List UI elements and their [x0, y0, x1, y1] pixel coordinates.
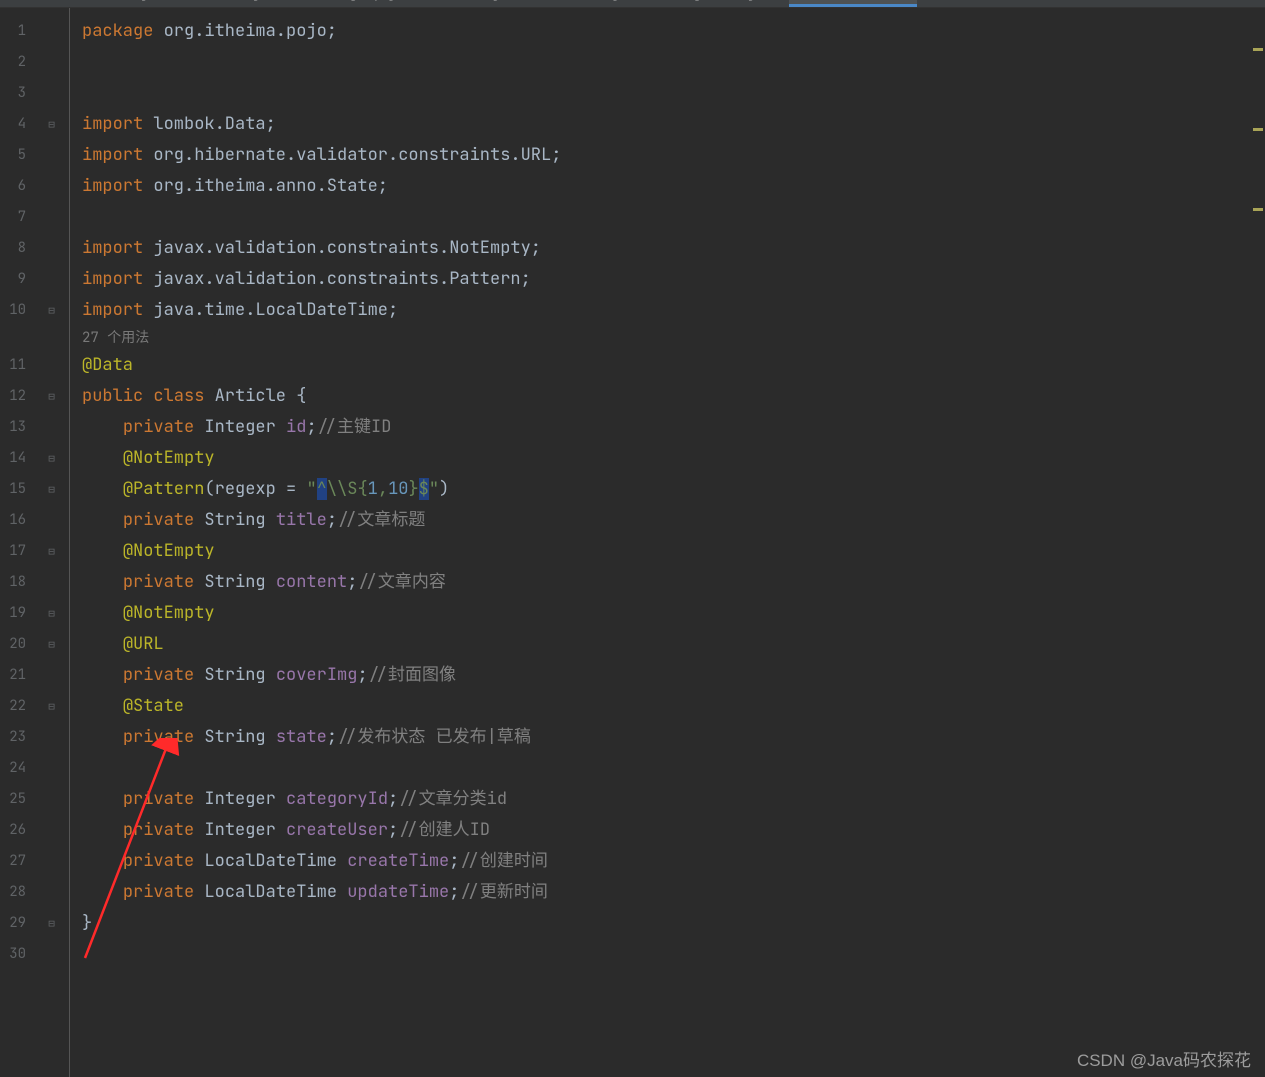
fold-start-icon[interactable]: ⊟: [34, 443, 69, 474]
code-line: import javax.validation.constraints.NotE…: [82, 233, 1265, 264]
tab-category[interactable]: Category.java: [294, 0, 429, 7]
editor-tabs: UserController.java State.java Category.…: [0, 0, 1265, 8]
tab-usercontroller[interactable]: UserController.java: [0, 0, 182, 7]
code-line: @Pattern(regexp = "^\\S{1,10}$"): [82, 474, 1265, 505]
line-number: 29: [0, 908, 26, 939]
line-number: 2: [0, 47, 26, 78]
line-number: 10: [0, 295, 26, 326]
code-line: import org.hibernate.validator.constrain…: [82, 140, 1265, 171]
line-number: 22: [0, 691, 26, 722]
code-line: }: [82, 908, 1265, 939]
line-number: 21: [0, 660, 26, 691]
code-line: private String content;//文章内容: [82, 567, 1265, 598]
line-number: 15: [0, 474, 26, 505]
code-line: [82, 753, 1265, 784]
code-line: package org.itheima.pojo;: [82, 16, 1265, 47]
usages-hint[interactable]: 27 个用法: [82, 326, 1265, 350]
line-number: 23: [0, 722, 26, 753]
line-number: 8: [0, 233, 26, 264]
code-line: private Integer categoryId;//文章分类id: [82, 784, 1265, 815]
code-line: private Integer id;//主键ID: [82, 412, 1265, 443]
code-line: import org.itheima.anno.State;: [82, 171, 1265, 202]
line-number: 9: [0, 264, 26, 295]
line-number: 6: [0, 171, 26, 202]
line-number: 13: [0, 412, 26, 443]
fold-start-icon[interactable]: ⊟: [34, 691, 69, 722]
code-line: private String title;//文章标题: [82, 505, 1265, 536]
code-line: @Data: [82, 350, 1265, 381]
line-number: 16: [0, 505, 26, 536]
fold-start-icon[interactable]: ⊟: [34, 109, 69, 140]
line-number: 14: [0, 443, 26, 474]
code-line: [82, 939, 1265, 970]
code-line: public class Article {: [82, 381, 1265, 412]
code-line: [82, 47, 1265, 78]
line-number: 5: [0, 140, 26, 171]
line-number: 27: [0, 846, 26, 877]
code-line: import javax.validation.constraints.Patt…: [82, 264, 1265, 295]
fold-start-icon[interactable]: ⊟: [34, 598, 69, 629]
watermark-text: CSDN @Java码农探花: [1077, 1046, 1251, 1071]
code-line: @State: [82, 691, 1265, 722]
code-line: private Integer createUser;//创建人ID: [82, 815, 1265, 846]
fold-start-icon[interactable]: ⊟: [34, 536, 69, 567]
line-number: 30: [0, 939, 26, 970]
line-number: 25: [0, 784, 26, 815]
tab-result[interactable]: Result.java: [534, 0, 654, 7]
line-number: 19: [0, 598, 26, 629]
code-line: private String state;//发布状态 已发布|草稿: [82, 722, 1265, 753]
code-line: private LocalDateTime createTime;//创建时间: [82, 846, 1265, 877]
fold-end-icon[interactable]: ⊟: [34, 629, 69, 660]
tab-state[interactable]: State.java: [182, 0, 294, 7]
line-number: 18: [0, 567, 26, 598]
fold-gutter: ⊟ ⊟ ⊟ ⊟ ⊟ ⊟ ⊟ ⊟ ⊟ ⊟: [34, 8, 70, 1077]
line-number: 26: [0, 815, 26, 846]
code-line: @NotEmpty: [82, 443, 1265, 474]
fold-end-icon[interactable]: ⊟: [34, 295, 69, 326]
code-line: [82, 202, 1265, 233]
line-number: 12: [0, 381, 26, 412]
code-line: @NotEmpty: [82, 536, 1265, 567]
code-editor[interactable]: 1 2 3 4 5 6 7 8 9 10 11 12 13 14 15 16 1…: [0, 8, 1265, 1077]
code-line: @URL: [82, 629, 1265, 660]
code-line: private LocalDateTime updateTime;//更新时间: [82, 877, 1265, 908]
fold-end-icon[interactable]: ⊟: [34, 474, 69, 505]
line-number: 20: [0, 629, 26, 660]
line-number: 7: [0, 202, 26, 233]
code-line: [82, 78, 1265, 109]
line-number: 24: [0, 753, 26, 784]
line-number: 17: [0, 536, 26, 567]
line-number-gutter: 1 2 3 4 5 6 7 8 9 10 11 12 13 14 15 16 1…: [0, 8, 34, 1077]
fold-start-icon[interactable]: ⊟: [34, 381, 69, 412]
code-line: import lombok.Data;: [82, 109, 1265, 140]
tab-pagebean[interactable]: PageBean.java: [654, 0, 789, 7]
line-number: 3: [0, 78, 26, 109]
line-number: 11: [0, 350, 26, 381]
code-area[interactable]: package org.itheima.pojo; import lombok.…: [70, 8, 1265, 1077]
tab-article[interactable]: Article.java: [789, 0, 917, 7]
editor-scrollbar[interactable]: [1251, 8, 1265, 1077]
line-number: 4: [0, 109, 26, 140]
code-line: private String coverImg;//封面图像: [82, 660, 1265, 691]
fold-end-icon[interactable]: ⊟: [34, 908, 69, 939]
line-number: 1: [0, 16, 26, 47]
tab-user[interactable]: User.java: [430, 0, 534, 7]
code-line: @NotEmpty: [82, 598, 1265, 629]
code-line: import java.time.LocalDateTime;: [82, 295, 1265, 326]
line-number: 28: [0, 877, 26, 908]
